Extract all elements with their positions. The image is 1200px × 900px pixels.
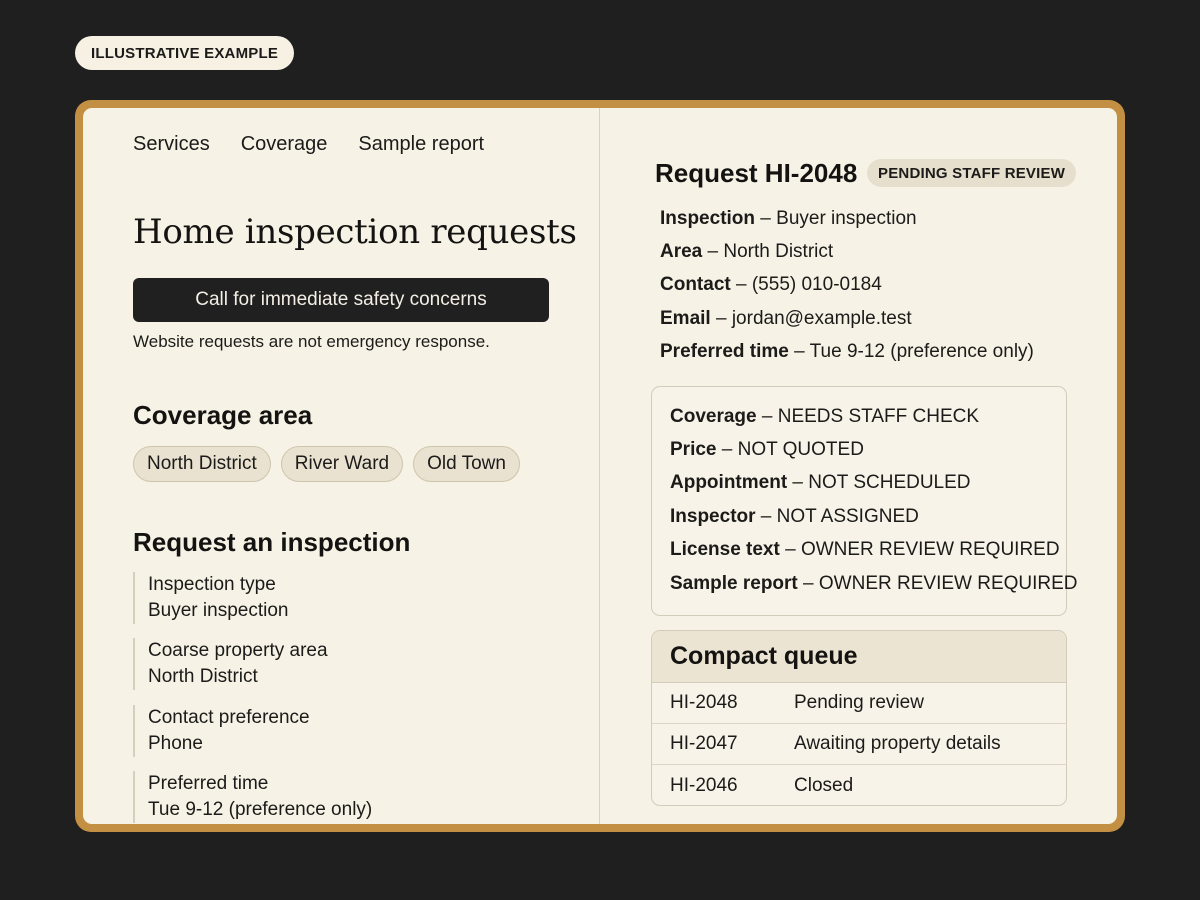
queue-id: HI-2047 [670, 733, 738, 754]
field-label: Coarse property area [148, 640, 328, 661]
field-contact-preference[interactable]: Contact preference Phone [133, 705, 533, 757]
coverage-heading: Coverage area [133, 400, 313, 430]
emergency-call-button[interactable]: Call for immediate safety concerns [133, 278, 549, 322]
app-panel: Services Coverage Sample report Home ins… [83, 108, 1117, 824]
detail-area: Area – North District [660, 241, 834, 262]
field-value: Buyer inspection [148, 600, 289, 621]
status-inspector: Inspector – NOT ASSIGNED [670, 506, 919, 527]
field-property-area[interactable]: Coarse property area North District [133, 638, 533, 690]
detail-preferred-time: Preferred time – Tue 9-12 (preference on… [660, 341, 1034, 362]
nav-sample-report[interactable]: Sample report [358, 133, 484, 156]
field-label: Inspection type [148, 574, 276, 595]
coverage-chip-north-district[interactable]: North District [133, 446, 271, 482]
status-license-text: License text – OWNER REVIEW REQUIRED [670, 539, 1060, 560]
queue-row-hi-2046[interactable]: HI-2046 Closed [652, 765, 1066, 805]
illustrative-example-badge: ILLUSTRATIVE EXAMPLE [75, 36, 295, 70]
field-value: Phone [148, 733, 203, 754]
field-value: Tue 9-12 (preference only) [148, 799, 373, 820]
status-card: Coverage – NEEDS STAFF CHECK Price – NOT… [651, 386, 1078, 616]
status-coverage: Coverage – NEEDS STAFF CHECK [670, 406, 980, 427]
status-sample-report: Sample report – OWNER REVIEW REQUIRED [670, 573, 1078, 594]
page-title: Home inspection requests [133, 212, 577, 252]
coverage-area-chips: North District River Ward Old Town [133, 446, 520, 482]
status-price: Price – NOT QUOTED [670, 439, 864, 460]
right-column: Request HI-2048 PENDING STAFF REVIEW Ins… [600, 108, 1117, 824]
app-frame: Services Coverage Sample report Home ins… [75, 100, 1125, 832]
detail-email: Email – jordan@example.test [660, 308, 912, 329]
emergency-note: Website requests are not emergency respo… [133, 332, 490, 351]
compact-queue: Compact queue HI-2048 Pending review HI-… [651, 630, 1067, 806]
detail-inspection: Inspection – Buyer inspection [660, 208, 917, 229]
queue-id: HI-2048 [670, 692, 738, 713]
request-title: Request HI-2048 [655, 158, 858, 188]
queue-heading: Compact queue [652, 631, 1066, 683]
queue-row-hi-2048[interactable]: HI-2048 Pending review [652, 683, 1066, 724]
field-label: Contact preference [148, 707, 310, 728]
status-appointment: Appointment – NOT SCHEDULED [670, 472, 971, 493]
queue-status: Pending review [794, 692, 924, 713]
top-nav: Services Coverage Sample report [133, 133, 484, 156]
queue-status: Closed [794, 774, 854, 796]
field-value: North District [148, 666, 258, 687]
coverage-chip-river-ward[interactable]: River Ward [280, 446, 404, 482]
field-inspection-type[interactable]: Inspection type Buyer inspection [133, 572, 533, 624]
queue-status: Awaiting property details [794, 733, 1001, 754]
nav-services[interactable]: Services [133, 133, 210, 156]
field-preferred-time[interactable]: Preferred time Tue 9-12 (preference only… [133, 771, 533, 823]
nav-coverage[interactable]: Coverage [241, 133, 328, 156]
coverage-chip-old-town[interactable]: Old Town [413, 446, 520, 482]
request-form-heading: Request an inspection [133, 527, 411, 557]
queue-row-hi-2047[interactable]: HI-2047 Awaiting property details [652, 724, 1066, 765]
detail-contact: Contact – (555) 010-0184 [660, 274, 882, 295]
queue-id: HI-2046 [670, 774, 738, 796]
field-label: Preferred time [148, 773, 269, 794]
left-column: Services Coverage Sample report Home ins… [83, 108, 600, 824]
status-badge: PENDING STAFF REVIEW [867, 159, 1077, 187]
